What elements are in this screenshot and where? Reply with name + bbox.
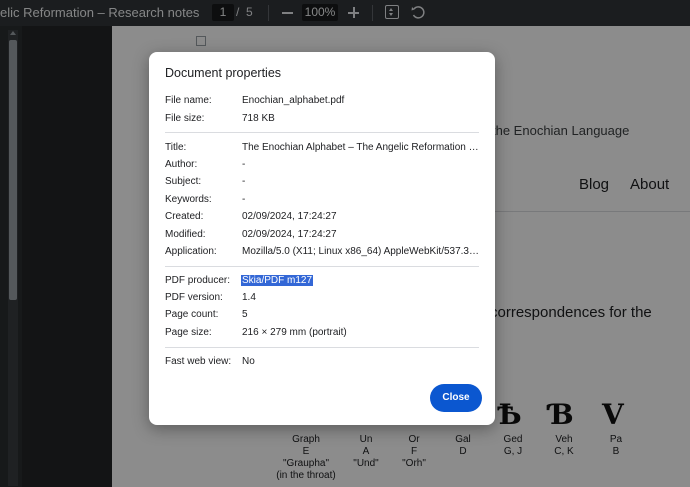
prop-value: 216 × 279 mm (portrait) bbox=[242, 327, 347, 338]
prop-label: PDF producer: bbox=[165, 275, 231, 286]
prop-pdf-producer: PDF producer: Skia/PDF m127 bbox=[165, 275, 479, 291]
prop-label: Page count: bbox=[165, 309, 219, 320]
prop-value: 02/09/2024, 17:24:27 bbox=[242, 211, 337, 222]
prop-value: 1.4 bbox=[242, 292, 256, 303]
prop-application: Application: Mozilla/5.0 (X11; Linux x86… bbox=[165, 246, 479, 262]
prop-value: The Enochian Alphabet – The Angelic Refo… bbox=[242, 142, 479, 153]
prop-label: Modified: bbox=[165, 229, 206, 240]
prop-label: Subject: bbox=[165, 176, 202, 187]
prop-modified: Modified: 02/09/2024, 17:24:27 bbox=[165, 229, 479, 245]
prop-value: - bbox=[242, 159, 246, 170]
prop-value-selected[interactable]: Skia/PDF m127 bbox=[241, 275, 314, 286]
prop-value: - bbox=[242, 194, 246, 205]
prop-label: Title: bbox=[165, 142, 187, 153]
dialog-divider bbox=[165, 266, 479, 267]
prop-page-count: Page count: 5 bbox=[165, 309, 479, 325]
prop-value: - bbox=[242, 176, 246, 187]
prop-value: Mozilla/5.0 (X11; Linux x86_64) AppleWeb… bbox=[242, 246, 479, 257]
close-button[interactable]: Close bbox=[430, 384, 482, 412]
prop-pdf-version: PDF version: 1.4 bbox=[165, 292, 479, 308]
prop-page-size: Page size: 216 × 279 mm (portrait) bbox=[165, 327, 479, 343]
dialog-divider bbox=[165, 347, 479, 348]
dialog-title: Document properties bbox=[165, 66, 282, 80]
prop-created: Created: 02/09/2024, 17:24:27 bbox=[165, 211, 479, 227]
prop-label: Application: bbox=[165, 246, 217, 257]
prop-label: Created: bbox=[165, 211, 204, 222]
prop-title: Title: The Enochian Alphabet – The Angel… bbox=[165, 142, 479, 158]
prop-value: 02/09/2024, 17:24:27 bbox=[242, 229, 337, 240]
prop-value: Enochian_alphabet.pdf bbox=[242, 95, 345, 106]
document-properties-dialog: Document properties File name: Enochian_… bbox=[149, 52, 495, 425]
prop-label: Author: bbox=[165, 159, 198, 170]
prop-label: File name: bbox=[165, 95, 212, 106]
prop-value: 5 bbox=[242, 309, 248, 320]
prop-label: Page size: bbox=[165, 327, 212, 338]
prop-value: 718 KB bbox=[242, 113, 275, 124]
prop-label: Fast web view: bbox=[165, 356, 232, 367]
prop-file-size: File size: 718 KB bbox=[165, 113, 479, 129]
prop-label: PDF version: bbox=[165, 292, 223, 303]
prop-keywords: Keywords: - bbox=[165, 194, 479, 210]
prop-fast-web-view: Fast web view: No bbox=[165, 356, 479, 372]
prop-file-name: File name: Enochian_alphabet.pdf bbox=[165, 95, 479, 111]
prop-subject: Subject: - bbox=[165, 176, 479, 192]
prop-author: Author: - bbox=[165, 159, 479, 175]
prop-label: File size: bbox=[165, 113, 205, 124]
prop-label: Keywords: bbox=[165, 194, 212, 205]
prop-value: No bbox=[242, 356, 255, 367]
dialog-divider bbox=[165, 132, 479, 133]
